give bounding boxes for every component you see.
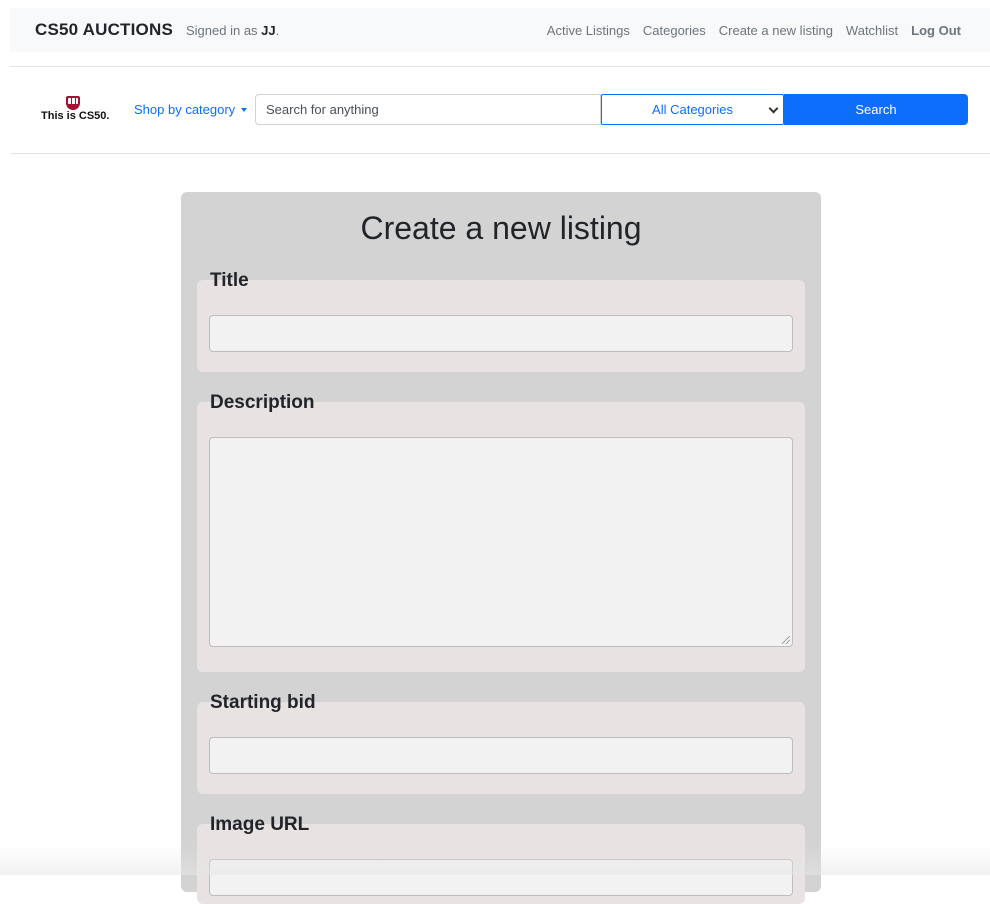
nav-links: Active Listings Categories Create a new … [547,8,961,52]
nav-link-log-out[interactable]: Log Out [911,23,961,38]
nav-link-active-listings[interactable]: Active Listings [547,23,630,38]
title-label: Title [210,270,249,291]
caret-down-icon [241,108,248,112]
harvard-shield-icon [66,96,80,110]
search-button[interactable]: Search [784,94,968,125]
category-select[interactable]: All Categories [601,94,784,125]
resize-handle-icon[interactable] [782,636,790,644]
image-url-label: Image URL [210,814,310,835]
page-title: Create a new listing [360,210,642,246]
logo-text: This is CS50. [41,110,110,122]
chevron-down-icon [768,103,779,114]
starting-bid-input[interactable] [209,737,793,774]
cs50-logo[interactable]: This is CS50. [40,94,112,124]
starting-bid-label: Starting bid [210,692,316,713]
search-input[interactable] [255,94,601,125]
signed-in-text: Signed in as JJ. [186,22,280,38]
description-label: Description [210,392,315,413]
username: JJ [261,22,276,38]
shop-by-category-dropdown[interactable]: Shop by category [134,102,248,117]
top-navbar: CS50 AUCTIONS Signed in as JJ. Active Li… [10,8,990,52]
image-url-input[interactable] [209,859,793,896]
brand-title[interactable]: CS50 AUCTIONS [35,20,173,40]
category-select-value: All Categories [652,102,733,117]
nav-link-create-listing[interactable]: Create a new listing [719,23,833,38]
nav-link-categories[interactable]: Categories [643,23,706,38]
description-textarea[interactable] [209,437,793,647]
nav-link-watchlist[interactable]: Watchlist [846,23,898,38]
divider [10,66,990,67]
divider [10,153,990,154]
title-input[interactable] [209,315,793,352]
